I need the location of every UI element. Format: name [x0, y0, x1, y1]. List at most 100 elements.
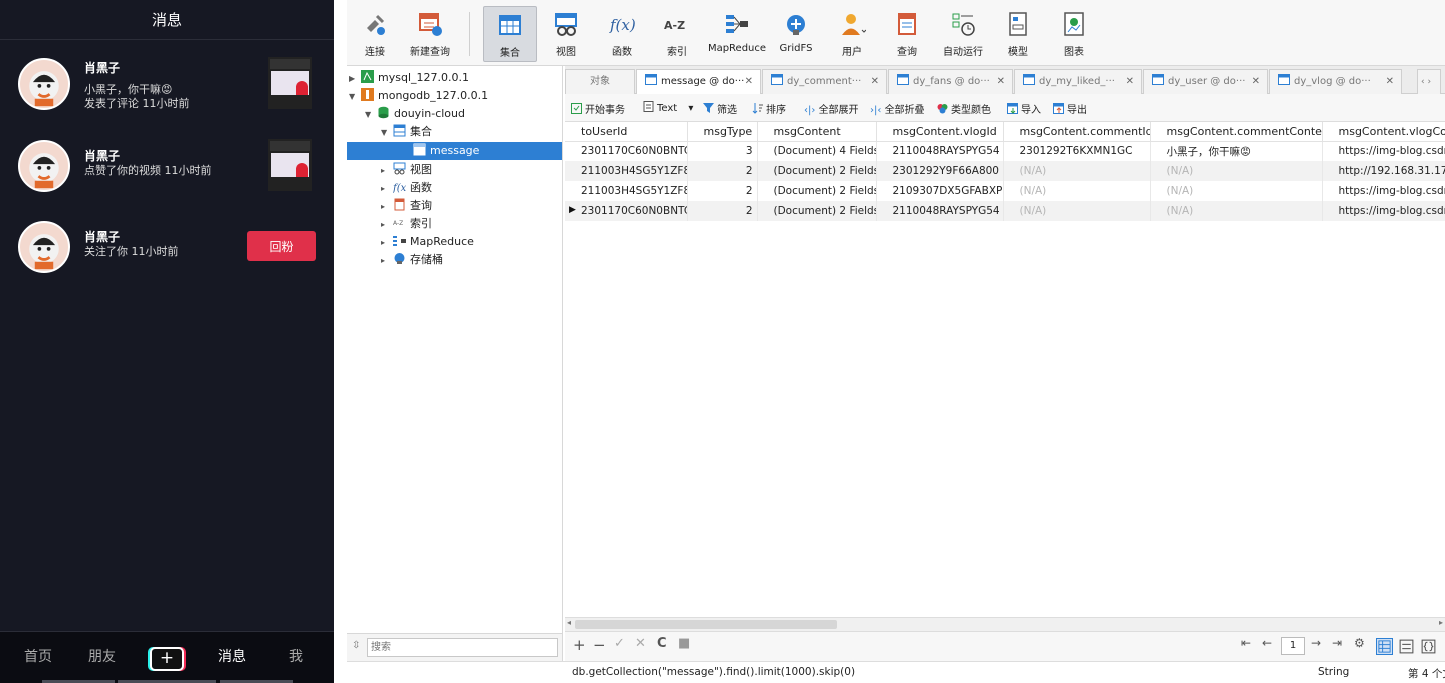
tree-node-collections[interactable]: ▼ 集合: [381, 123, 432, 141]
chevron-right-icon[interactable]: ▸: [381, 198, 393, 216]
table-cell[interactable]: 2301292Y9F66A800: [876, 161, 1004, 181]
filter-icon[interactable]: ⇳: [352, 640, 360, 651]
table-row[interactable]: 211003H4SG5Y1ZF8 2 (Document) 2 Fields 2…: [565, 181, 1445, 201]
connect-button[interactable]: 连接: [355, 6, 395, 62]
form-view-icon[interactable]: [1398, 638, 1415, 655]
chevron-right-icon[interactable]: ▸: [381, 252, 393, 270]
begin-transaction-button[interactable]: 开始事务: [571, 101, 625, 116]
column-header[interactable]: msgContent.vlogId: [876, 122, 1004, 142]
tree-node-database[interactable]: ▼ douyin-cloud: [365, 105, 465, 123]
chevron-left-icon[interactable]: ◂: [567, 618, 571, 627]
table-cell[interactable]: (N/A): [1003, 161, 1151, 181]
chart-button[interactable]: 图表: [1059, 6, 1089, 62]
page-number-input[interactable]: 1: [1281, 637, 1305, 655]
table-cell[interactable]: https://img-blog.csdr: [1322, 201, 1445, 221]
table-cell[interactable]: (N/A): [1150, 201, 1323, 221]
chevron-down-icon[interactable]: ▼: [381, 124, 393, 142]
type-color-button[interactable]: 类型颜色: [937, 101, 991, 116]
table-cell[interactable]: (N/A): [1150, 181, 1323, 201]
horizontal-scrollbar[interactable]: ◂ ▸: [565, 617, 1445, 631]
delete-record-button[interactable]: −: [593, 636, 606, 654]
refresh-button[interactable]: C: [657, 636, 667, 651]
table-cell[interactable]: 2109307DX5GFABXP: [876, 181, 1004, 201]
automation-button[interactable]: 自动运行: [941, 6, 985, 62]
tree-node-mysql[interactable]: ▶ mysql_127.0.0.1: [349, 69, 469, 87]
video-thumbnail[interactable]: [268, 139, 312, 191]
table-row[interactable]: ▶ 2301170C60N0BNTC 2 (Document) 2 Fields …: [565, 201, 1445, 221]
list-item[interactable]: 肖黑子 小黑子，你干嘛😡 发表了评论 11小时前: [0, 48, 334, 118]
collapse-all-button[interactable]: ›|‹ 全部折叠: [870, 101, 925, 116]
chevron-right-icon[interactable]: ▸: [381, 234, 393, 252]
close-icon[interactable]: ✕: [871, 70, 879, 94]
text-view-button[interactable]: Text ▾: [643, 101, 693, 114]
follow-back-button[interactable]: 回粉: [247, 231, 316, 261]
create-button[interactable]: +: [150, 647, 184, 671]
chevron-down-icon[interactable]: ▾: [688, 103, 693, 114]
view-button[interactable]: 视图: [547, 6, 585, 62]
table-cell[interactable]: 2110048RAYSPYG54: [876, 201, 1004, 221]
stop-button[interactable]: ■: [678, 636, 690, 651]
collection-button[interactable]: 集合: [483, 6, 537, 62]
table-cell[interactable]: 小黑子，你干嘛😡: [1150, 141, 1323, 161]
tab-dy-fans[interactable]: dy_fans @ do··· ✕: [888, 69, 1013, 94]
tab-me[interactable]: 我: [289, 646, 303, 666]
chevron-right-icon[interactable]: ▸: [381, 162, 393, 180]
export-button[interactable]: 导出: [1053, 101, 1087, 116]
tab-dy-my-liked[interactable]: dy_my_liked_··· ✕: [1014, 69, 1142, 94]
column-header[interactable]: msgContent: [757, 122, 877, 142]
tree-node-message[interactable]: message: [347, 142, 562, 160]
last-page-icon[interactable]: ⇥: [1332, 636, 1342, 650]
query-button[interactable]: 查询: [891, 6, 923, 62]
new-query-button[interactable]: 新建查询: [405, 6, 455, 62]
tree-node-buckets[interactable]: ▸ 存储桶: [381, 251, 443, 269]
table-cell[interactable]: ▶ 2301170C60N0BNTC: [565, 201, 688, 221]
mapreduce-button[interactable]: MapReduce: [707, 6, 767, 62]
chevron-right-icon[interactable]: ▸: [381, 216, 393, 234]
expand-all-button[interactable]: ‹|› 全部展开: [804, 101, 859, 116]
prev-page-icon[interactable]: ←: [1262, 636, 1272, 650]
avatar[interactable]: [18, 140, 70, 192]
avatar[interactable]: [18, 58, 70, 110]
tree-node-indexes[interactable]: ▸ A-Z 索引: [381, 215, 432, 233]
close-icon[interactable]: ✕: [1252, 70, 1260, 94]
table-cell[interactable]: (Document) 2 Fields: [757, 161, 877, 181]
chevron-down-icon[interactable]: ▼: [349, 88, 361, 106]
close-icon[interactable]: ✕: [1386, 70, 1394, 94]
table-cell[interactable]: 2: [687, 161, 758, 181]
discard-button[interactable]: ✕: [635, 636, 646, 651]
column-header[interactable]: toUserId: [565, 122, 688, 142]
table-cell[interactable]: 3: [687, 141, 758, 161]
column-header[interactable]: msgContent.vlogCove: [1322, 122, 1445, 142]
index-button[interactable]: A-Z 索引: [658, 6, 696, 62]
tab-friends[interactable]: 朋友: [88, 646, 116, 666]
table-cell[interactable]: 211003H4SG5Y1ZF8: [565, 181, 688, 201]
filter-button[interactable]: 筛选: [703, 101, 737, 116]
scrollbar-thumb[interactable]: [575, 620, 837, 629]
table-cell[interactable]: https://img-blog.csdr: [1322, 141, 1445, 161]
list-item[interactable]: 肖黑子 关注了你 11小时前 回粉: [0, 219, 334, 289]
table-cell[interactable]: 2: [687, 181, 758, 201]
table-cell[interactable]: (N/A): [1003, 201, 1151, 221]
column-header[interactable]: msgType: [687, 122, 758, 142]
table-cell[interactable]: http://192.168.31.178: [1322, 161, 1445, 181]
gear-icon[interactable]: ⚙: [1354, 636, 1365, 650]
table-cell[interactable]: 211003H4SG5Y1ZF8: [565, 161, 688, 181]
close-icon[interactable]: ✕: [1126, 70, 1134, 94]
table-cell[interactable]: (N/A): [1150, 161, 1323, 181]
chevron-right-icon[interactable]: ▸: [1439, 618, 1443, 627]
column-header[interactable]: msgContent.commentId: [1003, 122, 1151, 142]
next-page-icon[interactable]: →: [1311, 636, 1321, 650]
tab-dy-comment[interactable]: dy_comment··· ✕: [762, 69, 887, 94]
grid-view-icon[interactable]: [1376, 638, 1393, 655]
tree-node-functions[interactable]: ▸f(x)函数: [381, 179, 432, 197]
apply-button[interactable]: ✓: [614, 636, 625, 651]
table-cell[interactable]: 2301292T6KXMN1GC: [1003, 141, 1151, 161]
table-cell[interactable]: (Document) 4 Fields: [757, 141, 877, 161]
model-button[interactable]: 模型: [1003, 6, 1033, 62]
user-button[interactable]: 用户: [832, 6, 872, 62]
chevron-right-icon[interactable]: ▶: [349, 70, 361, 88]
tab-dy-user[interactable]: dy_user @ do··· ✕: [1143, 69, 1268, 94]
table-row[interactable]: 211003H4SG5Y1ZF8 2 (Document) 2 Fields 2…: [565, 161, 1445, 181]
tab-home[interactable]: 首页: [24, 646, 52, 666]
function-button[interactable]: f(x) 函数: [603, 6, 641, 62]
